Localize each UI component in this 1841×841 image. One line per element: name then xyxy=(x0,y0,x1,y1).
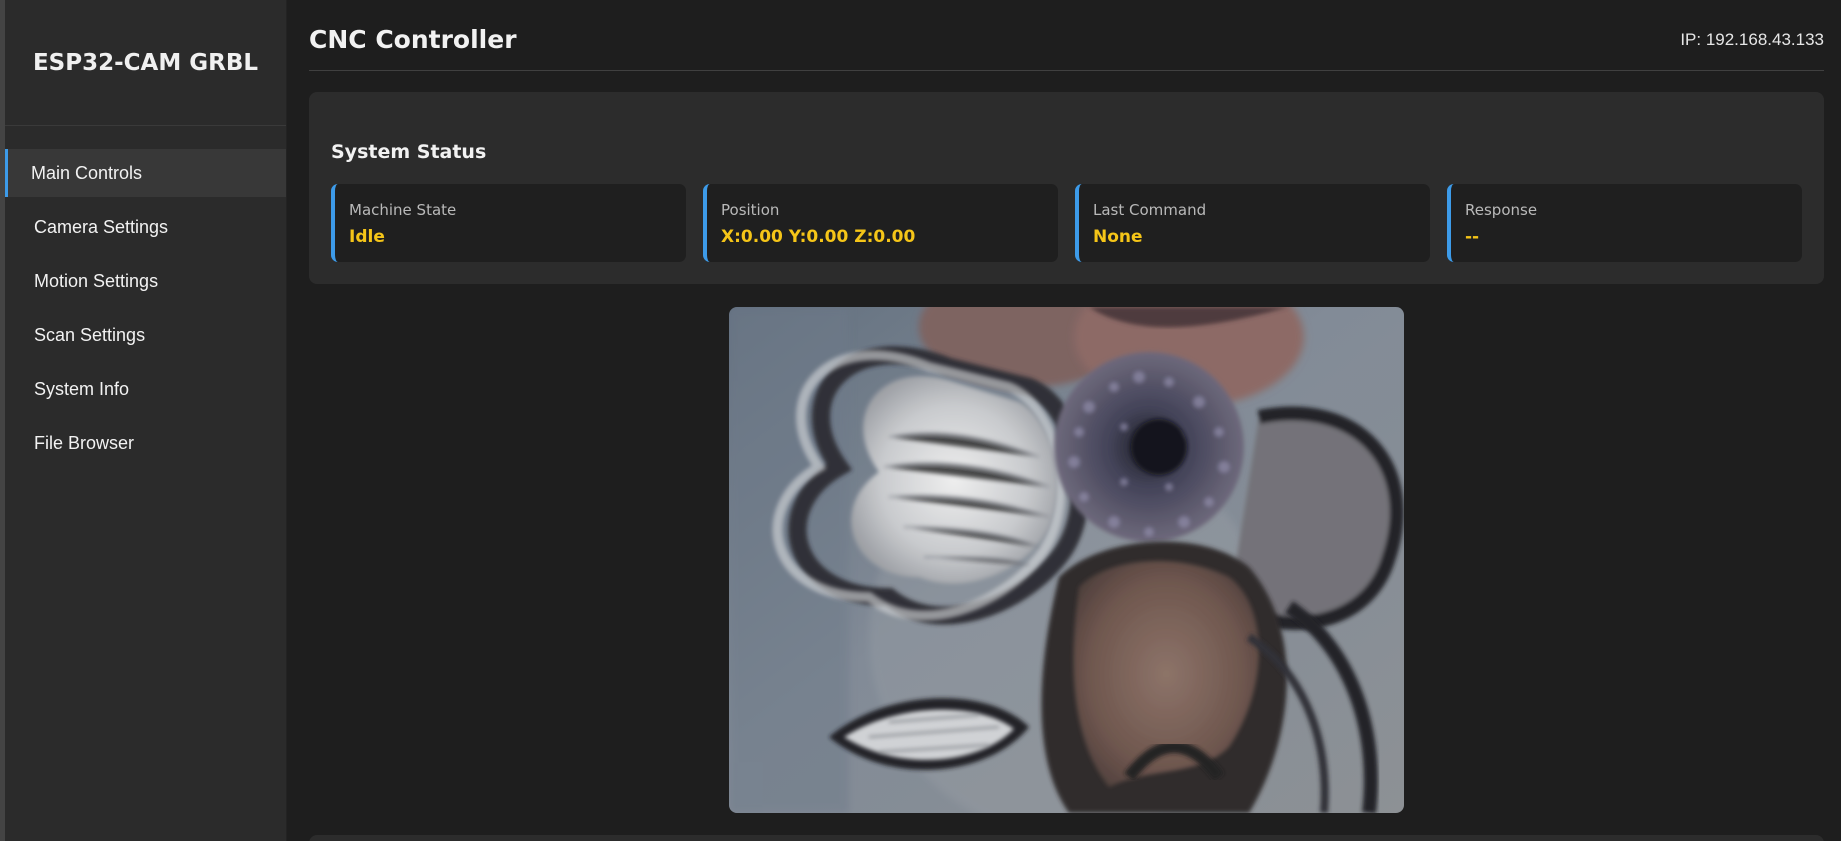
system-status-title: System Status xyxy=(331,141,487,163)
sidebar-nav: Main Controls Camera Settings Motion Set… xyxy=(5,149,286,467)
sidebar: ESP32-CAM GRBL Main Controls Camera Sett… xyxy=(5,0,287,841)
app-window: ESP32-CAM GRBL Main Controls Camera Sett… xyxy=(0,0,1841,841)
sidebar-item-file-browser[interactable]: File Browser xyxy=(5,419,286,467)
response-label: Response xyxy=(1465,201,1538,219)
machine-state-card: Machine State Idle xyxy=(331,184,686,262)
last-command-card: Last Command None xyxy=(1075,184,1430,262)
system-status-panel: System Status Machine State Idle Positio… xyxy=(309,92,1824,284)
sidebar-item-motion-settings[interactable]: Motion Settings xyxy=(5,257,286,305)
sidebar-item-main-controls[interactable]: Main Controls xyxy=(5,149,286,197)
app-brand: ESP32-CAM GRBL xyxy=(5,0,286,126)
status-cards: Machine State Idle Position X:0.00 Y:0.0… xyxy=(331,184,1802,262)
page-header: CNC Controller IP: 192.168.43.133 xyxy=(309,0,1824,71)
main-content: CNC Controller IP: 192.168.43.133 System… xyxy=(309,0,1824,841)
sidebar-item-camera-settings[interactable]: Camera Settings xyxy=(5,203,286,251)
machine-state-label: Machine State xyxy=(349,201,457,219)
last-command-value: None xyxy=(1093,227,1143,247)
camera-stream xyxy=(729,307,1404,813)
position-card: Position X:0.00 Y:0.00 Z:0.00 xyxy=(703,184,1058,262)
page-title: CNC Controller xyxy=(309,25,517,54)
ip-address: IP: 192.168.43.133 xyxy=(1680,30,1824,49)
response-card: Response -- xyxy=(1447,184,1802,262)
position-value: X:0.00 Y:0.00 Z:0.00 xyxy=(721,227,916,247)
last-command-label: Last Command xyxy=(1093,201,1207,219)
sidebar-item-scan-settings[interactable]: Scan Settings xyxy=(5,311,286,359)
camera-stream-image xyxy=(729,307,1404,813)
machine-state-value: Idle xyxy=(349,227,385,247)
sidebar-item-system-info[interactable]: System Info xyxy=(5,365,286,413)
position-label: Position xyxy=(721,201,780,219)
controls-panel-top-edge xyxy=(309,835,1824,841)
response-value: -- xyxy=(1465,227,1480,247)
